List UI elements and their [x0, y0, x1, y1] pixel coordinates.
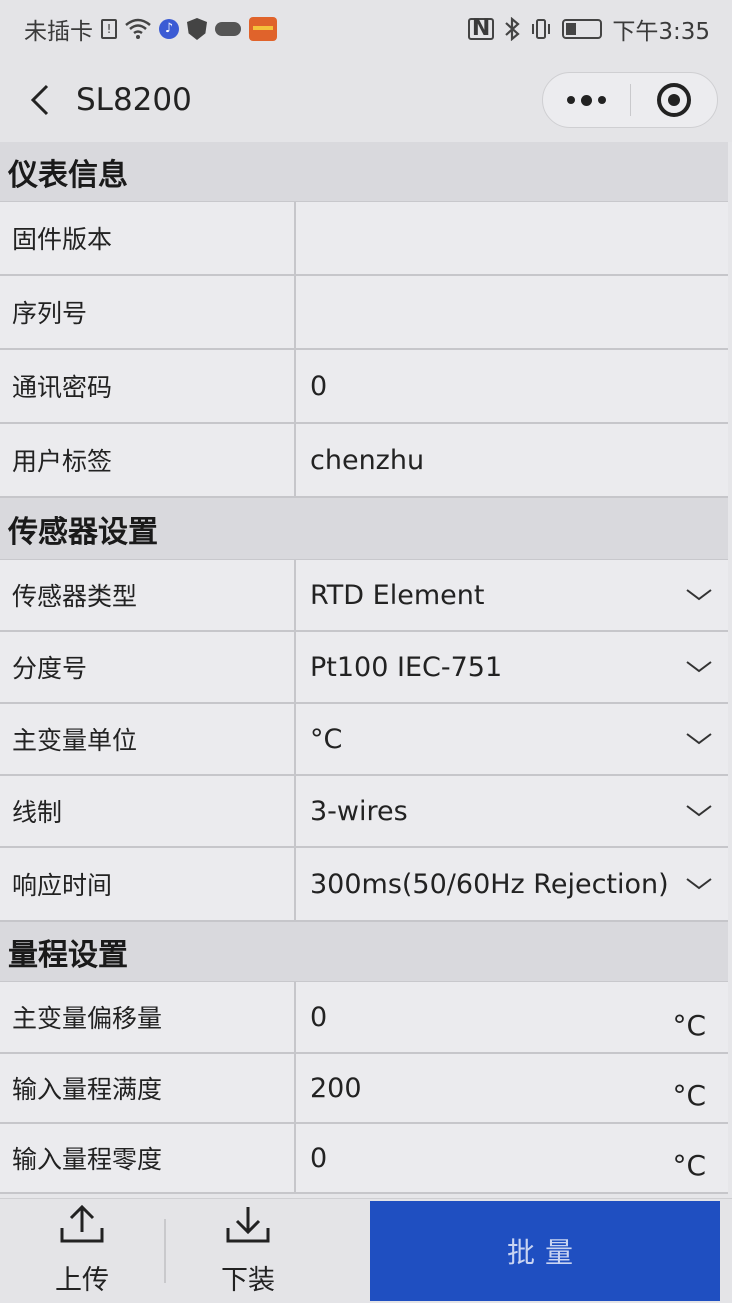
pv-offset-label: 主变量偏移量 — [0, 982, 296, 1052]
chevron-down-icon — [686, 589, 712, 601]
row-response-time[interactable]: 响应时间 300ms(50/60Hz Rejection) — [0, 848, 728, 922]
download-label: 下装 — [221, 1265, 275, 1296]
graduation-value: Pt100 IEC-751 — [310, 651, 503, 683]
firmware-value — [296, 202, 728, 274]
download-button[interactable]: 下装 — [166, 1199, 330, 1303]
wires-select[interactable]: 3-wires — [296, 776, 728, 846]
graduation-label: 分度号 — [0, 632, 296, 702]
download-icon — [226, 1207, 270, 1243]
batch-button[interactable]: 批量 — [370, 1201, 720, 1301]
pv-offset-field[interactable]: 0 °C — [296, 982, 728, 1052]
back-button[interactable] — [20, 70, 60, 130]
cloud-icon — [215, 22, 241, 36]
clock-text: 下午3:35 — [612, 19, 710, 45]
password-label: 通讯密码 — [0, 350, 296, 422]
range-upper-unit: °C — [672, 1079, 706, 1112]
user-tag-field[interactable]: chenzhu — [296, 424, 728, 496]
bluetooth-icon — [504, 17, 521, 41]
user-tag-label: 用户标签 — [0, 424, 296, 496]
wires-value: 3-wires — [310, 795, 408, 827]
app-notification-icon — [249, 17, 277, 41]
upload-icon — [60, 1204, 104, 1243]
row-sensor-type[interactable]: 传感器类型 RTD Element — [0, 560, 728, 632]
row-range-lower: 输入量程零度 0 °C — [0, 1124, 728, 1194]
response-time-label: 响应时间 — [0, 848, 296, 920]
row-wires[interactable]: 线制 3-wires — [0, 776, 728, 848]
shield-icon — [187, 18, 207, 40]
close-mini-program-button[interactable] — [631, 73, 718, 127]
pv-unit-select[interactable]: °C — [296, 704, 728, 774]
range-lower-value: 0 — [310, 1142, 328, 1174]
range-lower-label: 输入量程零度 — [0, 1124, 296, 1192]
pv-unit-value: °C — [310, 723, 343, 755]
range-lower-unit: °C — [672, 1149, 706, 1182]
serial-label: 序列号 — [0, 276, 296, 348]
nfc-icon: N — [467, 18, 495, 40]
sensor-type-value: RTD Element — [310, 579, 485, 611]
battery-icon — [562, 19, 603, 39]
pv-unit-label: 主变量单位 — [0, 704, 296, 774]
status-bar: 未插卡 ! ♪ N 下午3:35 — [0, 0, 732, 58]
range-upper-field[interactable]: 200 °C — [296, 1054, 728, 1122]
row-graduation[interactable]: 分度号 Pt100 IEC-751 — [0, 632, 728, 704]
row-range-upper: 输入量程满度 200 °C — [0, 1054, 728, 1124]
mini-program-capsule — [542, 72, 718, 128]
response-time-value: 300ms(50/60Hz Rejection) — [310, 868, 669, 900]
music-app-icon: ♪ — [159, 19, 179, 39]
range-upper-label: 输入量程满度 — [0, 1054, 296, 1122]
pv-offset-unit: °C — [672, 1009, 706, 1042]
section-meter-info: 仪表信息 — [0, 142, 728, 202]
row-user-tag: 用户标签 chenzhu — [0, 424, 728, 498]
chevron-down-icon — [686, 661, 712, 673]
row-password: 通讯密码 0 — [0, 350, 728, 424]
sim-alert-icon: ! — [101, 19, 117, 39]
chevron-down-icon — [686, 878, 712, 890]
vibrate-icon — [530, 18, 552, 40]
page-title: SL8200 — [76, 82, 192, 118]
sensor-type-select[interactable]: RTD Element — [296, 560, 728, 630]
chevron-left-icon — [30, 84, 49, 116]
password-field[interactable]: 0 — [296, 350, 728, 422]
sensor-type-label: 传感器类型 — [0, 560, 296, 630]
target-icon — [656, 83, 691, 117]
navigation-bar: SL8200 — [0, 58, 732, 142]
firmware-label: 固件版本 — [0, 202, 296, 274]
wifi-icon — [125, 18, 151, 40]
row-serial: 序列号 — [0, 276, 728, 350]
more-menu-button[interactable] — [543, 73, 630, 127]
chevron-down-icon — [686, 805, 712, 817]
carrier-text: 未插卡 — [24, 19, 93, 45]
upload-button[interactable]: 上传 — [0, 1199, 164, 1303]
wires-label: 线制 — [0, 776, 296, 846]
range-lower-field[interactable]: 0 °C — [296, 1124, 728, 1192]
upload-label: 上传 — [55, 1265, 109, 1296]
serial-value — [296, 276, 728, 348]
bottom-action-bar: 上传 下装 批量 — [0, 1198, 732, 1303]
pv-offset-value: 0 — [310, 1001, 328, 1033]
more-dots-icon — [566, 94, 606, 106]
response-time-select[interactable]: 300ms(50/60Hz Rejection) — [296, 848, 728, 920]
settings-form: 仪表信息 固件版本 序列号 通讯密码 0 用户标签 chenzhu 传感器设置 … — [0, 142, 728, 1194]
row-pv-unit[interactable]: 主变量单位 °C — [0, 704, 728, 776]
chevron-down-icon — [686, 733, 712, 745]
graduation-select[interactable]: Pt100 IEC-751 — [296, 632, 728, 702]
row-firmware: 固件版本 — [0, 202, 728, 276]
section-sensor: 传感器设置 — [0, 498, 728, 560]
range-upper-value: 200 — [310, 1072, 362, 1104]
row-pv-offset: 主变量偏移量 0 °C — [0, 982, 728, 1054]
section-range: 量程设置 — [0, 922, 728, 982]
